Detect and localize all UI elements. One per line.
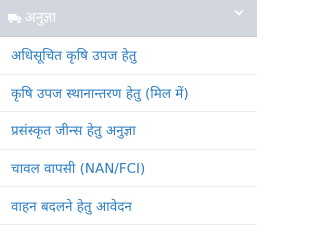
menu-section-title: अनुज्ञा bbox=[25, 10, 57, 26]
menu-section-header[interactable]: अनुज्ञा bbox=[0, 0, 257, 37]
menu-item-list: अधिसूचित कृषि उपज हेतु कृषि उपज स्थानान्… bbox=[0, 37, 257, 225]
menu-item-vehicle-change-application[interactable]: वाहन बदलने हेतु आवेदन bbox=[0, 187, 257, 225]
sidebar-menu: अनुज्ञा अधिसूचित कृषि उपज हेतु कृषि उपज … bbox=[0, 0, 257, 225]
menu-item-notified-agri-produce[interactable]: अधिसूचित कृषि उपज हेतु bbox=[0, 37, 257, 75]
menu-item-agri-produce-transfer-mill[interactable]: कृषि उपज स्थानान्तरण हेतु (मिल में) bbox=[0, 75, 257, 113]
menu-item-rice-return[interactable]: चावल वापसी (NAN/FCI) bbox=[0, 150, 257, 188]
truck-icon bbox=[8, 13, 22, 24]
chevron-down-icon[interactable] bbox=[233, 7, 245, 19]
menu-item-processed-goods-permit[interactable]: प्रसंस्कृत जीन्स हेतु अनुज्ञा bbox=[0, 112, 257, 150]
